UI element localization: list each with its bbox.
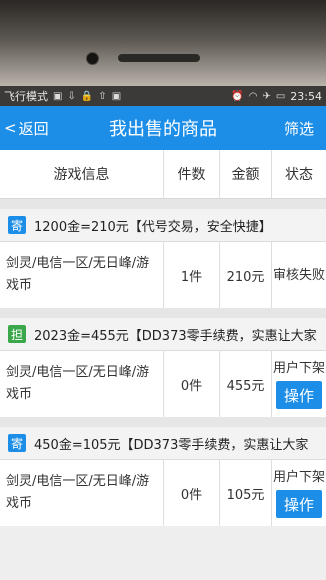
page-title: 我出售的商品	[109, 119, 217, 140]
front-camera	[86, 52, 99, 65]
column-header-quantity: 件数	[164, 150, 220, 198]
listing-title: 450金=105元【DD373零手续费，实惠让大家	[34, 437, 309, 453]
column-header-game-info: 游戏信息	[0, 150, 164, 198]
table-header: 游戏信息 件数 金额 状态	[0, 150, 326, 199]
game-info-cell: 剑灵/电信一区/无日峰/游戏币	[0, 460, 164, 526]
amount-cell: 210元	[220, 242, 272, 308]
image-icon-2: ▣	[111, 90, 122, 102]
lock-icon: 🔒	[80, 90, 94, 102]
consign-badge: 寄	[8, 216, 26, 234]
status-text: 用户下架	[272, 470, 325, 485]
app-header: < 返回 我出售的商品 筛选	[0, 106, 326, 150]
battery-icon: ▭	[275, 90, 286, 102]
status-text: 审核失败	[272, 267, 325, 283]
upload-icon: ⇧	[98, 90, 107, 102]
wifi-icon: ◠	[248, 90, 258, 102]
operate-button[interactable]: 操作	[276, 381, 322, 409]
back-button[interactable]: < 返回	[4, 118, 49, 139]
group-spacer	[0, 308, 326, 318]
table-row[interactable]: 剑灵/电信一区/无日峰/游戏币 1件 210元 审核失败	[0, 242, 326, 308]
group-spacer	[0, 199, 326, 209]
earpiece	[118, 54, 200, 62]
status-cell: 用户下架 操作	[272, 460, 326, 526]
app-screen: 飞行模式 ▣ ⇩ 🔒 ⇧ ▣ ⏰ ◠ ✈ ▭ 23:54 < 返回 我出售的商品…	[0, 86, 326, 580]
operate-button[interactable]: 操作	[276, 490, 322, 518]
alarm-icon: ⏰	[231, 90, 244, 102]
phone-bezel	[0, 0, 326, 86]
quantity-cell: 1件	[164, 242, 220, 308]
table-row[interactable]: 剑灵/电信一区/无日峰/游戏币 0件 105元 用户下架 操作	[0, 460, 326, 526]
quantity-cell: 0件	[164, 460, 220, 526]
image-icon: ▣	[53, 90, 63, 102]
consign-badge: 寄	[8, 434, 26, 452]
listing-title: 2023金=455元【DD373零手续费，实惠让大家	[34, 328, 317, 344]
column-header-status: 状态	[285, 167, 313, 183]
group-spacer	[0, 417, 326, 427]
status-cell: 用户下架 操作	[272, 351, 326, 417]
column-header-amount: 金额	[220, 150, 272, 198]
status-bar: 飞行模式 ▣ ⇩ 🔒 ⇧ ▣ ⏰ ◠ ✈ ▭ 23:54	[0, 86, 326, 106]
listing-summary[interactable]: 寄 450金=105元【DD373零手续费，实惠让大家	[0, 427, 326, 460]
clock: 23:54	[290, 89, 322, 103]
game-info-cell: 剑灵/电信一区/无日峰/游戏币	[0, 242, 164, 308]
amount-cell: 455元	[220, 351, 272, 417]
listing-summary[interactable]: 寄 1200金=210元【代号交易，安全快捷】	[0, 209, 326, 242]
airplane-mode-text: 飞行模式	[4, 90, 48, 103]
filter-button[interactable]: 筛选	[284, 118, 314, 139]
status-text: 用户下架	[272, 361, 325, 376]
guarantee-badge: 担	[8, 325, 26, 343]
status-cell: 审核失败	[272, 242, 326, 308]
listing-summary[interactable]: 担 2023金=455元【DD373零手续费，实惠让大家	[0, 318, 326, 351]
airplane-icon: ✈	[262, 90, 271, 102]
back-label: 返回	[18, 119, 49, 138]
game-info-cell: 剑灵/电信一区/无日峰/游戏币	[0, 351, 164, 417]
amount-cell: 105元	[220, 460, 272, 526]
table-row[interactable]: 剑灵/电信一区/无日峰/游戏币 0件 455元 用户下架 操作	[0, 351, 326, 417]
download-icon: ⇩	[67, 90, 76, 102]
chevron-left-icon: <	[4, 119, 17, 137]
quantity-cell: 0件	[164, 351, 220, 417]
listing-title: 1200金=210元【代号交易，安全快捷】	[34, 219, 272, 235]
